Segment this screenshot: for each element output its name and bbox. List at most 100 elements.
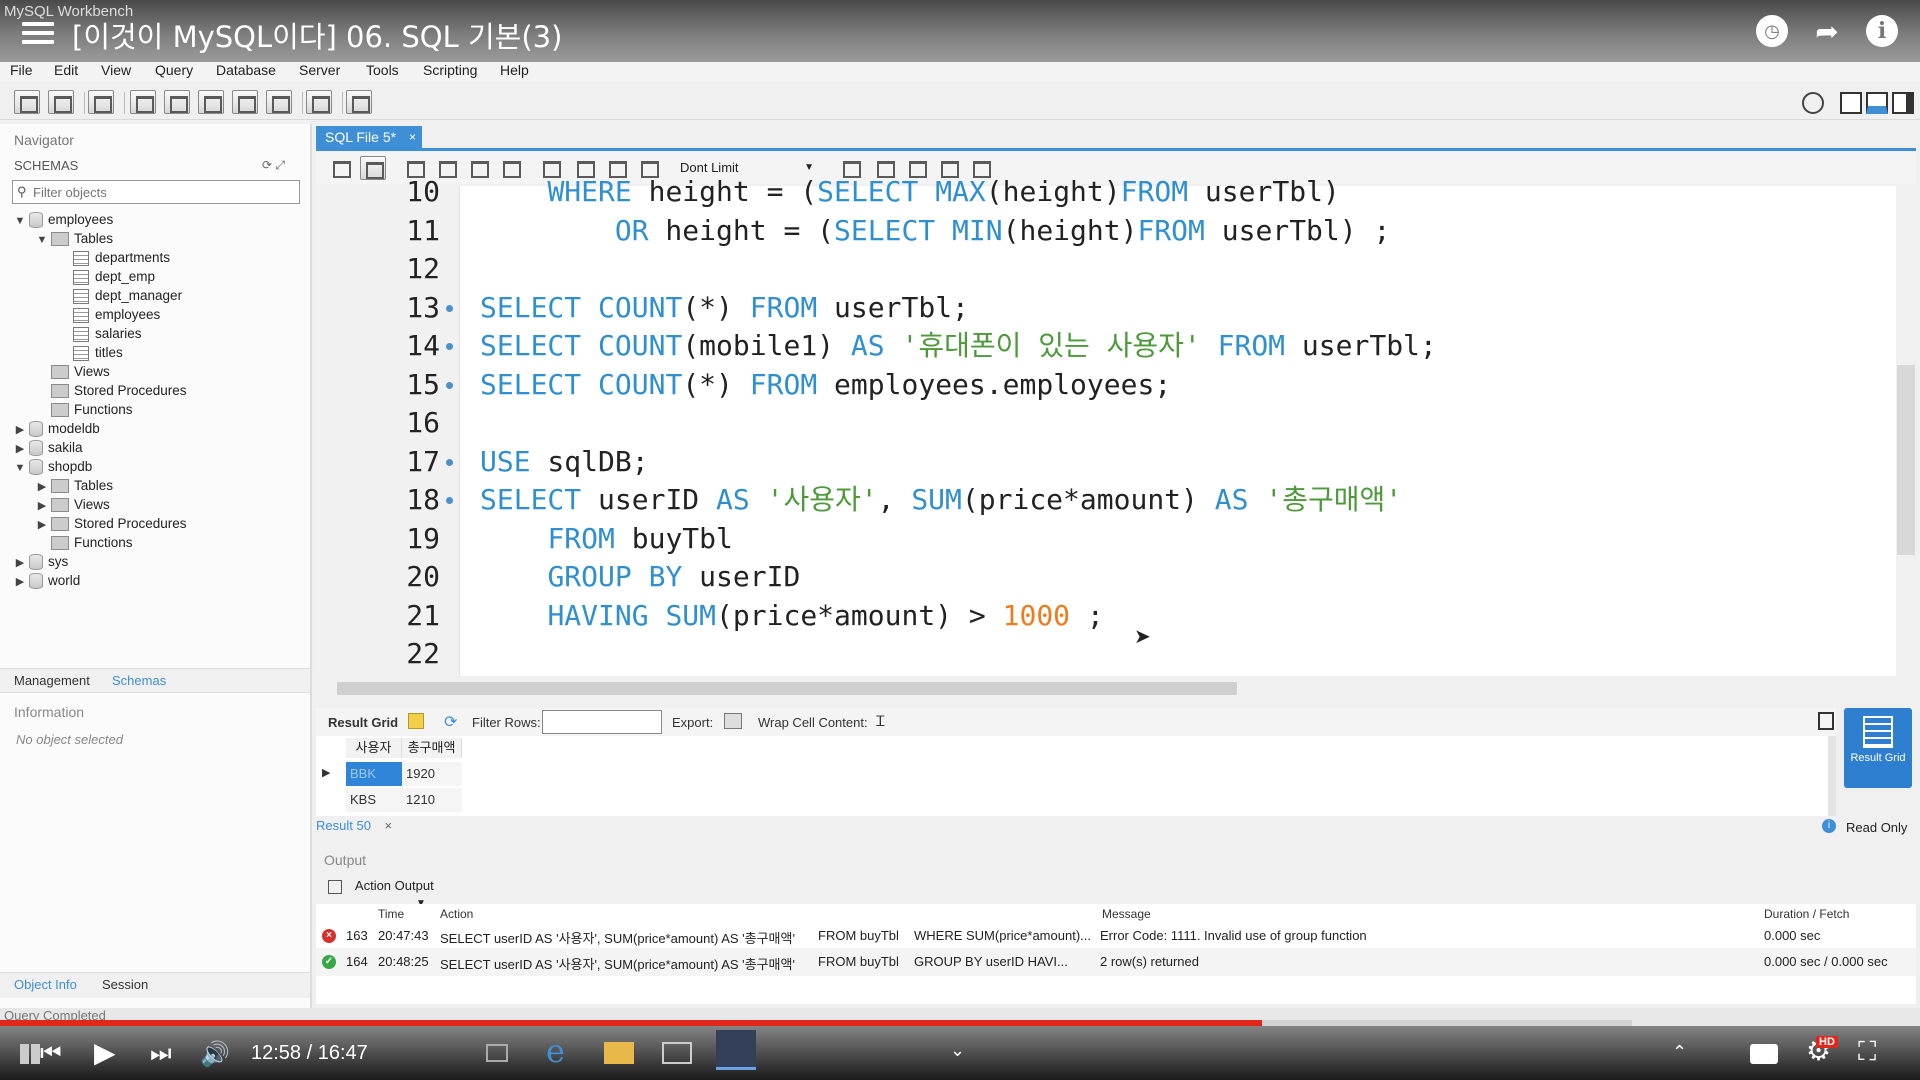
code-line[interactable]: HAVING SUM(price*amount) > 1000 ; [480,597,1103,635]
grid-cell[interactable]: 1210 [402,788,462,812]
tree-item-db[interactable]: ▼ employees [14,210,113,229]
inspector-icon[interactable] [88,90,114,114]
tree-item-table[interactable]: employees [58,305,160,324]
tree-item-db[interactable]: ▼ shopdb [14,457,92,476]
open-sql-script-icon[interactable] [48,90,74,114]
grid-cell[interactable]: BBK [346,762,402,786]
code-line[interactable]: SELECT COUNT(*) FROM userTbl; [480,289,969,327]
workbench-taskbar-icon[interactable] [716,1030,756,1070]
playlist-menu-icon[interactable] [22,22,54,48]
tree-item-folder[interactable]: ▶ Views [36,495,110,514]
create-view-icon[interactable] [198,90,224,114]
tree-item-db[interactable]: ▶ sakila [14,438,83,457]
horizontal-scroll-thumb[interactable] [337,682,1237,695]
code-line[interactable]: OR height = (SELECT MIN(height)FROM user… [480,212,1390,250]
task-view-icon[interactable] [486,1044,508,1062]
close-tab-icon[interactable]: × [409,126,416,148]
tree-item-table[interactable]: titles [58,343,123,362]
new-sql-tab-icon[interactable] [14,90,40,114]
copy-icon[interactable] [328,879,342,894]
tree-item-folder[interactable]: ▶ Tables [36,476,113,495]
wrap-cell-icon[interactable]: Ꮖ [876,713,885,730]
volume-icon[interactable]: 🔊 [200,1040,230,1069]
result-grid-side-button[interactable]: Result Grid [1844,708,1912,788]
tree-item-db[interactable]: ▶ sys [14,552,68,571]
tree-item-table[interactable]: departments [58,248,170,267]
menu-view[interactable]: View [101,62,131,78]
info-icon[interactable]: i [1866,15,1898,47]
code-line[interactable]: SELECT COUNT(*) FROM employees.employees… [480,366,1171,404]
tree-item-table[interactable]: dept_emp [58,267,155,286]
code-line[interactable]: SELECT COUNT(mobile1) AS '휴대폰이 있는 사용자' F… [480,327,1437,365]
tree-item-table[interactable]: salaries [58,324,142,343]
result-grid-label[interactable]: Result Grid [328,715,398,730]
tree-item-folder[interactable]: ▼ Tables [36,229,113,248]
tree-item-db[interactable]: ▶ world [14,571,80,590]
grid-scrollbar[interactable] [1828,736,1836,816]
subtitles-icon[interactable] [1750,1044,1778,1064]
next-icon[interactable]: ⏭ [150,1040,172,1068]
tree-item-db[interactable]: ▶ modeldb [14,419,100,438]
refresh-icon[interactable]: ⟳ [444,712,457,732]
vertical-scroll-thumb[interactable] [1897,365,1915,555]
previous-icon[interactable]: ⏮ [40,1040,62,1068]
menu-edit[interactable]: Edit [54,62,78,78]
tab-session[interactable]: Session [102,977,148,992]
chevron-down-icon[interactable]: ⌄ [950,1040,965,1061]
panel-toggle-icon[interactable] [1818,712,1834,730]
schema-refresh-icon[interactable]: ⟳ ⤢ [262,158,285,173]
export-icon[interactable] [724,713,742,729]
filter-rows-input[interactable] [542,710,662,734]
tray-up-icon[interactable]: ⌃ [1672,1042,1687,1063]
tree-item-folder-leaf[interactable]: Views [36,362,110,381]
menu-database[interactable]: Database [216,62,276,78]
menu-file[interactable]: File [10,62,33,78]
reconnect-icon[interactable] [346,90,372,114]
tree-item-folder[interactable]: ▶ Stored Procedures [36,514,187,533]
expand-arrow-icon[interactable]: ▼ [14,212,26,231]
toggle-sidebar-icon[interactable] [1840,92,1862,114]
file-explorer-icon[interactable] [604,1042,634,1064]
tab-management[interactable]: Management [14,673,90,688]
tab-sql-file[interactable]: SQL File 5* × [316,126,422,148]
toggle-output-icon[interactable] [1866,92,1888,114]
create-schema-icon[interactable] [130,90,156,114]
filter-objects-field[interactable]: ⚲ [12,180,300,204]
tab-object-info[interactable]: Object Info [14,977,77,992]
grid-view-icon[interactable] [408,713,424,729]
code-line[interactable]: SELECT userID AS '사용자', SUM(price*amount… [480,481,1402,519]
search-table-data-icon[interactable] [306,90,332,114]
output-type-select[interactable]: Action Output ▼ [328,878,528,909]
exit-fullscreen-icon[interactable]: ⛶ [1858,1036,1876,1068]
grid-cell[interactable]: 1920 [402,762,462,786]
create-table-icon[interactable] [164,90,190,114]
menu-query[interactable]: Query [155,62,193,78]
preferences-gear-icon[interactable] [1802,92,1824,114]
collapse-arrow-icon[interactable]: ▶ [14,573,26,592]
windows-start-icon[interactable] [20,1044,40,1064]
tree-item-folder-leaf[interactable]: Functions [36,533,133,552]
create-function-icon[interactable] [266,90,292,114]
grid-cell[interactable]: KBS [346,788,402,812]
expand-arrow-icon[interactable]: ▼ [36,231,48,250]
tree-item-folder-leaf[interactable]: Stored Procedures [36,381,187,400]
code-line[interactable]: USE sqlDB; [480,443,649,481]
close-result-tab-icon[interactable]: × [385,818,393,833]
menu-server[interactable]: Server [299,62,340,78]
toggle-secondary-sidebar-icon[interactable] [1892,92,1914,114]
share-icon[interactable]: ➦ [1810,15,1844,49]
menu-tools[interactable]: Tools [366,62,399,78]
tab-schemas[interactable]: Schemas [112,673,166,688]
menu-scripting[interactable]: Scripting [423,62,477,78]
filter-objects-input[interactable] [33,181,293,203]
code-line[interactable]: WHERE height = (SELECT MAX(height)FROM u… [480,173,1339,211]
create-procedure-icon[interactable] [232,90,258,114]
menu-help[interactable]: Help [500,62,529,78]
watch-later-icon[interactable]: ◷ [1756,15,1788,47]
sql-editor[interactable]: 10 11 12 13 14 15 16 17 18 19 20 21 22 WHERE height … [316,175,1896,676]
column-header-total[interactable]: 총구매액 [402,738,462,758]
column-header-user[interactable]: 사용자 [346,738,402,758]
output-row[interactable]: × 163 20:47:43 SELECT userID AS '사용자', SUM(… [316,922,1916,950]
code-line[interactable]: FROM buyTbl [480,520,732,558]
tree-item-folder-leaf[interactable]: Functions [36,400,133,419]
